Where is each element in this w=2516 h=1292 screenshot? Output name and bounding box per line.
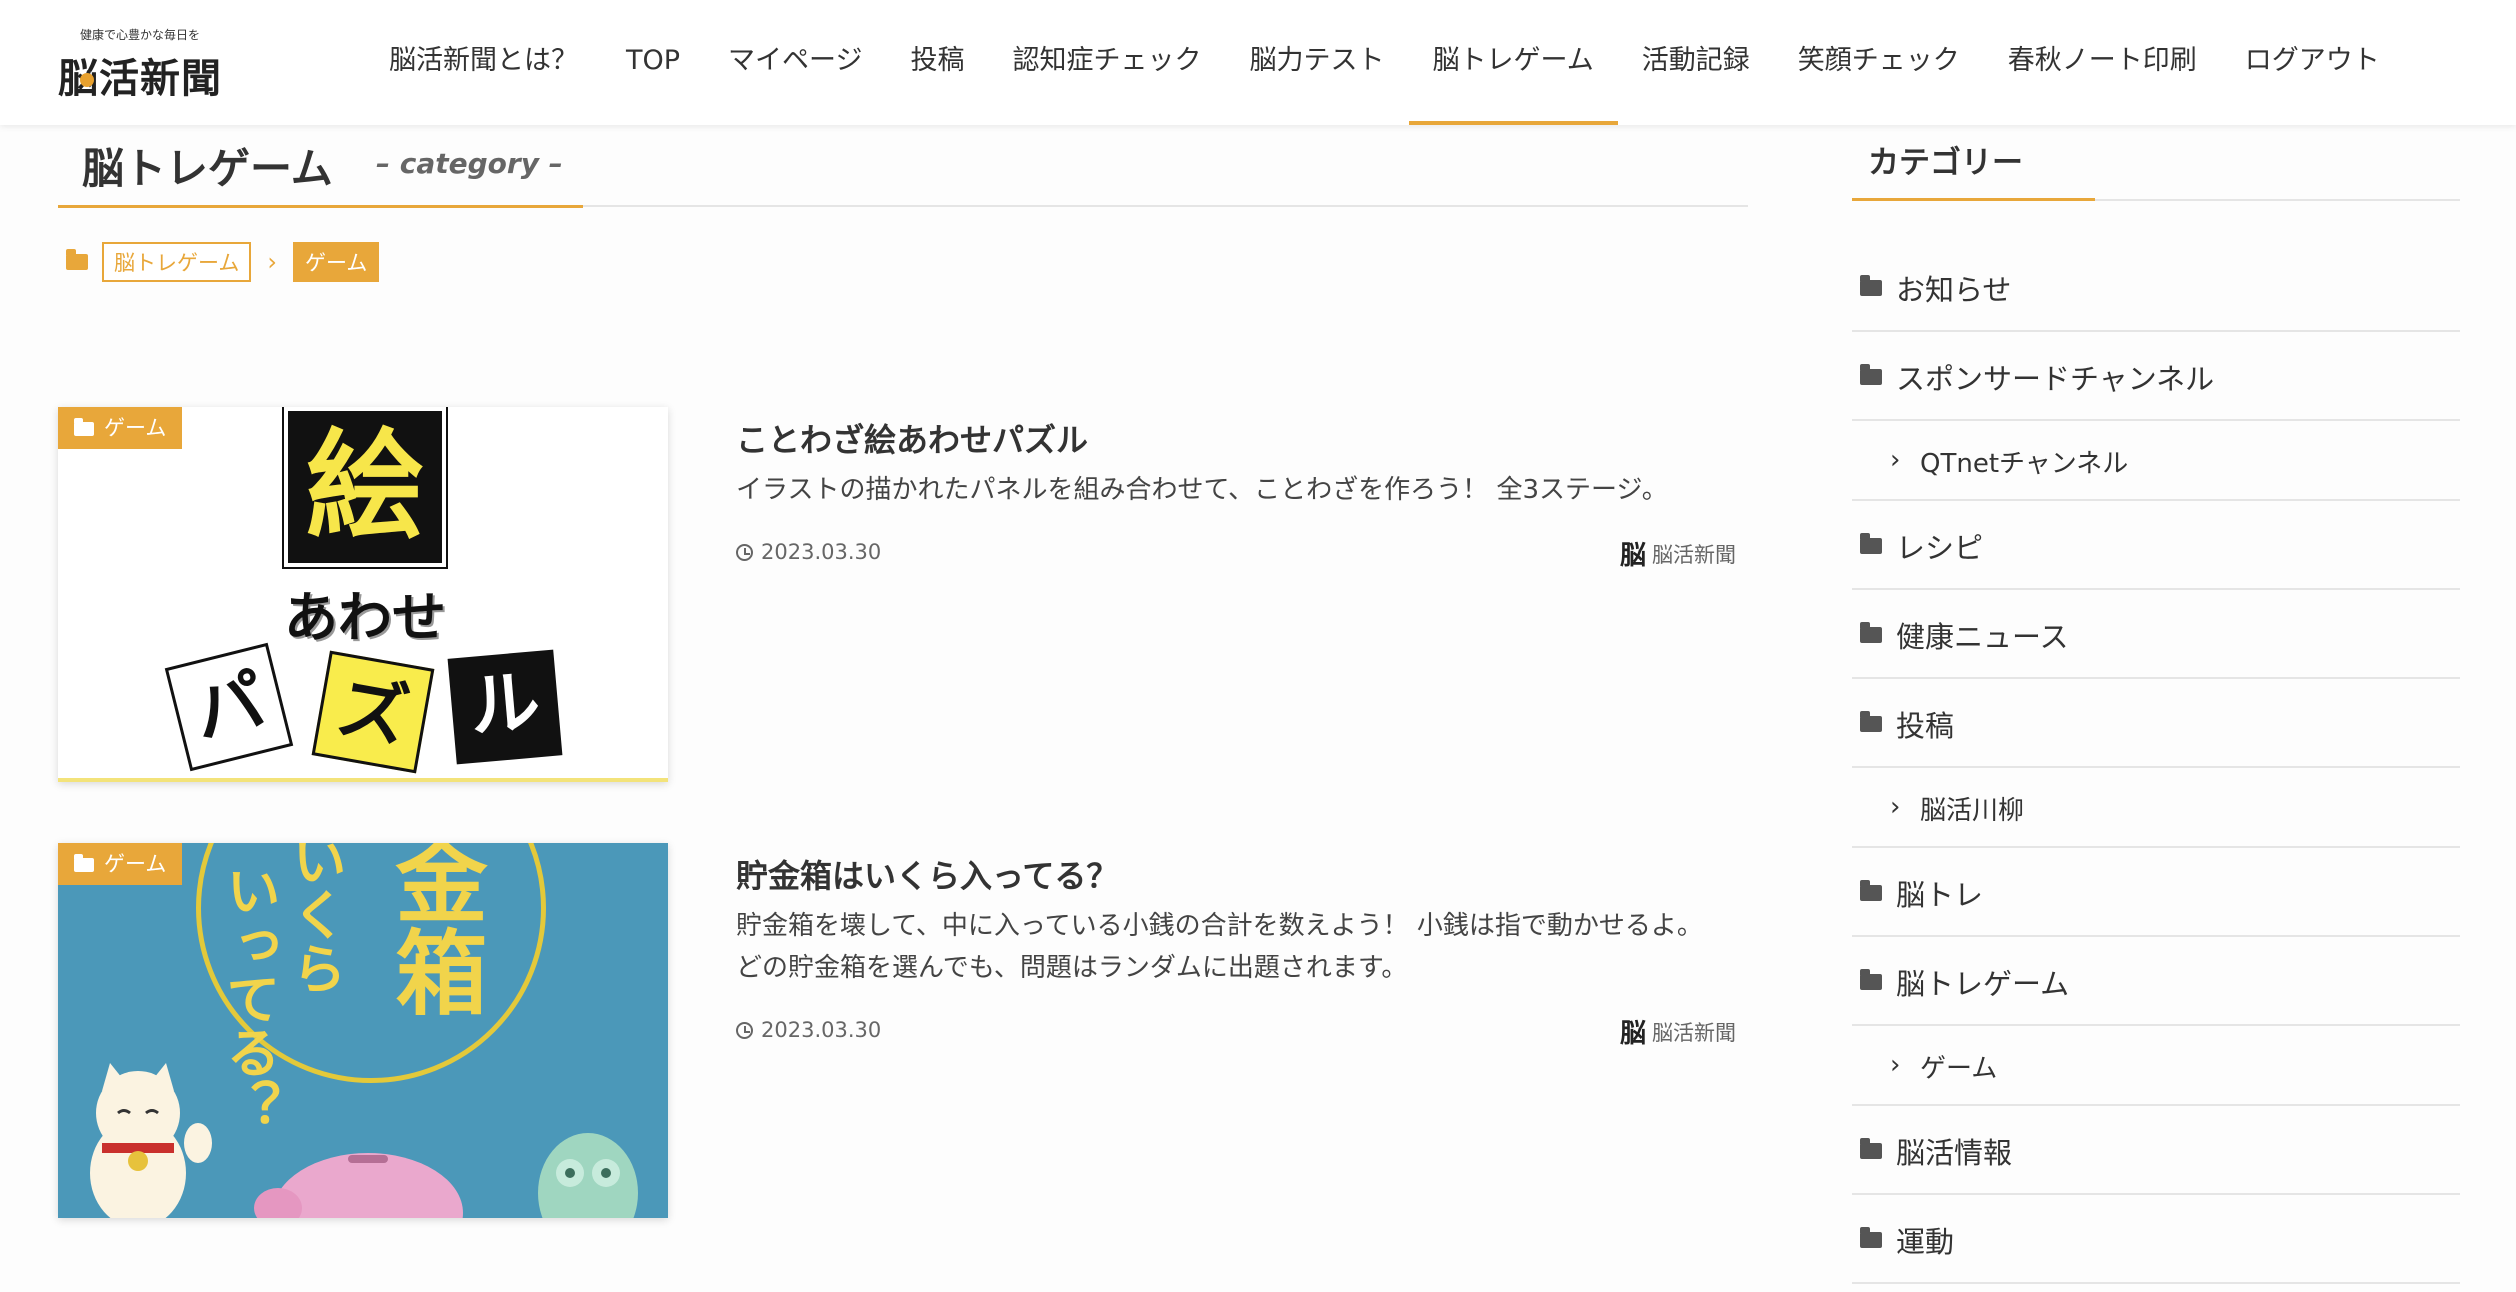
post-excerpt: 貯金箱を壊して、中に入っている小銭の合計を数えよう！ 小銭は指で動かせるよ。 ど…	[736, 911, 1703, 983]
category-label: ゲーム	[1920, 1054, 1998, 1084]
breadcrumb-parent-link[interactable]: 脳トレゲーム	[102, 242, 252, 282]
category-badge: ゲーム	[58, 843, 183, 885]
folder-icon	[1860, 275, 1882, 296]
site-logo[interactable]: 健康で心豊かな毎日を 脳活新聞	[58, 26, 228, 102]
global-nav: 脳活新聞とは？ TOP マイページ 投稿 認知症チェック 脳力テスト 脳トレゲー…	[365, 0, 2404, 125]
category-label: お知らせ	[1896, 273, 2012, 307]
post-author-name: 脳活新聞	[1652, 1020, 1736, 1045]
post-card[interactable]: ゲーム 絵 あわせ パ ズ ル ことわざ絵あわせパズル イラストの描かれたパネル…	[58, 407, 1748, 782]
widget-title-underline	[1852, 198, 2095, 201]
sidebar: カテゴリー お知らせ スポンサードチャンネル › QTnetチャンネル レシピ 健…	[1852, 125, 2460, 1284]
category-item[interactable]: 運動	[1852, 1195, 2460, 1284]
category-label: 脳活川柳	[1920, 796, 2025, 826]
archive-header: 脳トレゲーム – category –	[58, 125, 1748, 208]
category-item[interactable]: 健康ニュース	[1852, 590, 2460, 679]
category-badge-label: ゲーム	[104, 416, 167, 440]
category-widget-header: カテゴリー	[1852, 125, 2460, 201]
post-date: 2023.03.30	[736, 1018, 881, 1042]
nav-item-activity-log[interactable]: 活動記録	[1618, 0, 1774, 125]
nav-item-brain-test[interactable]: 脳力テスト	[1226, 0, 1409, 125]
post-date: 2023.03.30	[736, 540, 881, 564]
category-label: 脳トレゲーム	[1896, 967, 2070, 1001]
page-subtitle: – category –	[376, 147, 563, 180]
folder-icon	[1860, 622, 1882, 643]
subcategory-item[interactable]: › QTnetチャンネル	[1852, 421, 2460, 501]
category-widget-title: カテゴリー	[1868, 145, 2023, 181]
category-item[interactable]: 脳活情報	[1852, 1106, 2460, 1195]
post-excerpt: イラストの描かれたパネルを組み合わせて、ことわざを作ろう！ 全3ステージ。	[736, 475, 1668, 505]
category-badge-label: ゲーム	[104, 852, 167, 876]
post-thumbnail[interactable]: ゲーム 金箱 いくら いってる？	[58, 843, 668, 1218]
nav-item-note-print[interactable]: 春秋ノート印刷	[1984, 0, 2221, 125]
folder-icon	[1860, 711, 1882, 732]
category-label: 脳トレ	[1896, 878, 1984, 912]
folder-icon	[1860, 533, 1882, 554]
nav-item-dementia-check[interactable]: 認知症チェック	[989, 0, 1226, 125]
folder-icon	[1860, 969, 1882, 990]
logo-tagline: 健康で心豊かな毎日を	[80, 28, 201, 42]
category-label: 脳活情報	[1896, 1136, 2013, 1170]
chevron-right-icon: ›	[1890, 792, 1901, 822]
page-title: 脳トレゲーム	[82, 144, 333, 193]
chevron-right-icon: ›	[1890, 445, 1901, 475]
category-item[interactable]: 脳トレゲーム	[1852, 937, 2460, 1026]
clock-icon	[736, 1021, 753, 1039]
post-author-name: 脳活新聞	[1652, 542, 1736, 567]
clock-icon	[736, 543, 753, 561]
nav-item-mypage[interactable]: マイページ	[704, 0, 886, 125]
folder-icon	[1860, 364, 1882, 385]
thumb-tile: パ	[164, 642, 294, 772]
logo-brain-icon	[80, 73, 94, 87]
chevron-right-icon: ›	[1890, 1050, 1901, 1080]
post-title[interactable]: 貯金箱はいくら入ってる？	[736, 851, 1118, 897]
post-title[interactable]: ことわざ絵あわせパズル	[736, 415, 1088, 461]
nav-item-post[interactable]: 投稿	[887, 0, 989, 125]
folder-icon	[1860, 1138, 1882, 1159]
author-avatar-icon: 脳	[1619, 1019, 1646, 1049]
category-item[interactable]: レシピ	[1852, 501, 2460, 590]
category-item[interactable]: 投稿	[1852, 679, 2460, 768]
post-thumbnail[interactable]: ゲーム 絵 あわせ パ ズ ル	[58, 407, 668, 782]
folder-icon	[1860, 880, 1882, 901]
category-label: 健康ニュース	[1896, 620, 2069, 654]
post-author: 脳脳活新聞	[1620, 535, 1736, 572]
category-item[interactable]: お知らせ	[1852, 243, 2460, 332]
thumb-tile: ル	[447, 649, 563, 765]
nav-item-logout[interactable]: ログアウト	[2221, 0, 2404, 125]
category-list: お知らせ スポンサードチャンネル › QTnetチャンネル レシピ 健康ニュース …	[1852, 243, 2460, 1284]
subcategory-item[interactable]: › ゲーム	[1852, 1026, 2460, 1106]
folder-icon	[74, 418, 94, 436]
thumb-accent-line	[58, 778, 668, 782]
nav-item-top[interactable]: TOP	[602, 0, 704, 125]
thumb-mid-text: あわせ	[284, 585, 446, 649]
piggy-bank-illustration	[90, 1063, 638, 1218]
category-label: QTnetチャンネル	[1920, 449, 2129, 479]
category-badge: ゲーム	[58, 407, 183, 449]
nav-item-smile-check[interactable]: 笑顔チェック	[1774, 0, 1984, 125]
category-item[interactable]: スポンサードチャンネル	[1852, 332, 2460, 421]
breadcrumb-current: ゲーム	[292, 242, 380, 282]
folder-icon	[66, 249, 88, 270]
nav-item-brain-games[interactable]: 脳トレゲーム	[1408, 0, 1618, 125]
post-date-text: 2023.03.30	[761, 540, 882, 564]
folder-icon	[1860, 1227, 1882, 1248]
post-author: 脳脳活新聞	[1620, 1013, 1736, 1050]
subcategory-item[interactable]: › 脳活川柳	[1852, 768, 2460, 848]
post-card[interactable]: ゲーム 金箱 いくら いってる？ 貯金箱はいくら入ってる？ 貯金箱を壊して、中に…	[58, 843, 1748, 1218]
thumb-tile: ズ	[311, 650, 435, 774]
breadcrumb: 脳トレゲーム › ゲーム	[66, 242, 380, 282]
category-item[interactable]: 脳トレ	[1852, 848, 2460, 937]
author-avatar-icon: 脳	[1619, 541, 1646, 571]
nav-item-about[interactable]: 脳活新聞とは？	[365, 0, 602, 125]
category-label: スポンサードチャンネル	[1896, 362, 2215, 396]
archive-title-underline: 脳トレゲーム – category –	[58, 125, 583, 208]
site-header: 健康で心豊かな毎日を 脳活新聞 脳活新聞とは？ TOP マイページ 投稿 認知症…	[0, 0, 2516, 125]
thumb-big-character: 絵	[282, 407, 448, 569]
chevron-right-icon: ›	[267, 248, 277, 276]
post-date-text: 2023.03.30	[761, 1018, 882, 1042]
folder-icon	[74, 854, 94, 872]
category-label: 運動	[1896, 1225, 1955, 1259]
category-label: 投稿	[1896, 709, 1955, 743]
category-label: レシピ	[1896, 531, 1984, 565]
